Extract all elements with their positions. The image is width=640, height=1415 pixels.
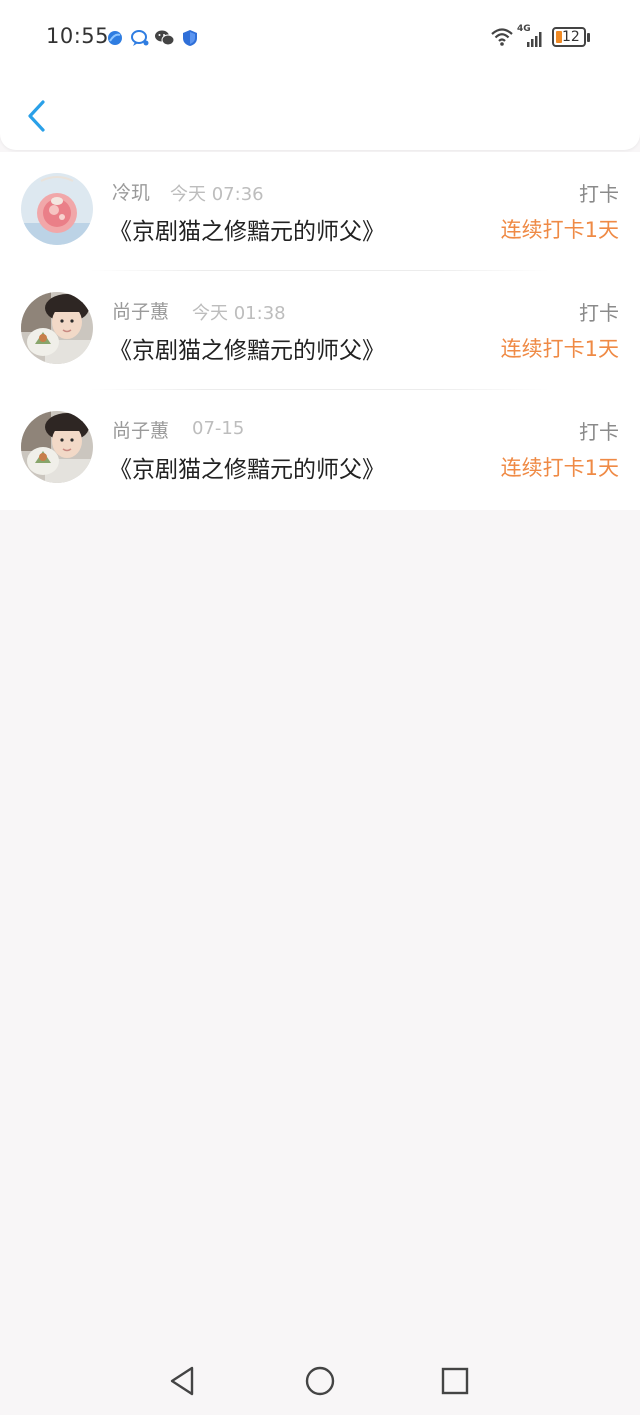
back-button[interactable]	[16, 94, 56, 138]
book-title: 《京剧猫之修黯元的师父》	[109, 457, 385, 483]
chat-bubble-icon	[130, 29, 150, 51]
avatar[interactable]	[21, 173, 93, 245]
nav-back-button[interactable]	[162, 1361, 202, 1401]
checkin-tag: 打卡	[579, 420, 619, 444]
system-nav-bar	[0, 1345, 640, 1415]
streak-label: 连续打卡1天	[500, 337, 619, 361]
home-circle-icon	[305, 1366, 335, 1396]
checkin-tag: 打卡	[579, 301, 619, 325]
wifi-icon	[490, 26, 514, 52]
status-indicators: 4G 12	[490, 24, 600, 52]
nav-recents-button[interactable]	[435, 1361, 475, 1401]
chevron-left-icon	[28, 100, 45, 132]
avatar[interactable]	[21, 411, 93, 483]
book-title: 《京剧猫之修黯元的师父》	[109, 219, 385, 245]
list-item[interactable]: 尚子蕙 07-15 《京剧猫之修黯元的师父》 打卡 连续打卡1天	[0, 390, 640, 509]
user-name: 尚子蕙	[112, 420, 170, 442]
checkin-tag: 打卡	[579, 182, 619, 206]
avatar[interactable]	[21, 292, 93, 364]
battery-icon: 12	[552, 27, 586, 47]
nav-home-button[interactable]	[300, 1361, 340, 1401]
list-item[interactable]: 尚子蕙 今天 01:38 《京剧猫之修黯元的师父》 打卡 连续打卡1天	[0, 271, 640, 390]
post-time: 07-15	[192, 418, 245, 439]
status-bar: 10:55 4G 12	[0, 0, 640, 76]
list-item[interactable]: 冷玑 今天 07:36 《京剧猫之修黯元的师父》 打卡 连续打卡1天	[0, 152, 640, 271]
browser-icon	[106, 29, 124, 51]
post-time: 今天 01:38	[192, 303, 286, 324]
signal-icon	[526, 30, 544, 52]
streak-label: 连续打卡1天	[500, 218, 619, 242]
checkin-list: 冷玑 今天 07:36 《京剧猫之修黯元的师父》 打卡 连续打卡1天 尚子蕙 今…	[0, 152, 640, 510]
shield-icon	[182, 29, 198, 51]
user-name: 冷玑	[112, 182, 151, 204]
post-time: 今天 07:36	[170, 184, 264, 205]
back-triangle-icon	[170, 1366, 194, 1396]
user-name: 尚子蕙	[112, 301, 170, 323]
status-time: 10:55	[46, 24, 110, 48]
battery-level: 12	[562, 29, 580, 45]
streak-label: 连续打卡1天	[500, 456, 619, 480]
wechat-icon	[154, 29, 176, 51]
battery-cap	[587, 33, 590, 42]
recents-square-icon	[441, 1367, 469, 1395]
app-header: 10:55 4G 12	[0, 0, 640, 150]
book-title: 《京剧猫之修黯元的师父》	[109, 338, 385, 364]
